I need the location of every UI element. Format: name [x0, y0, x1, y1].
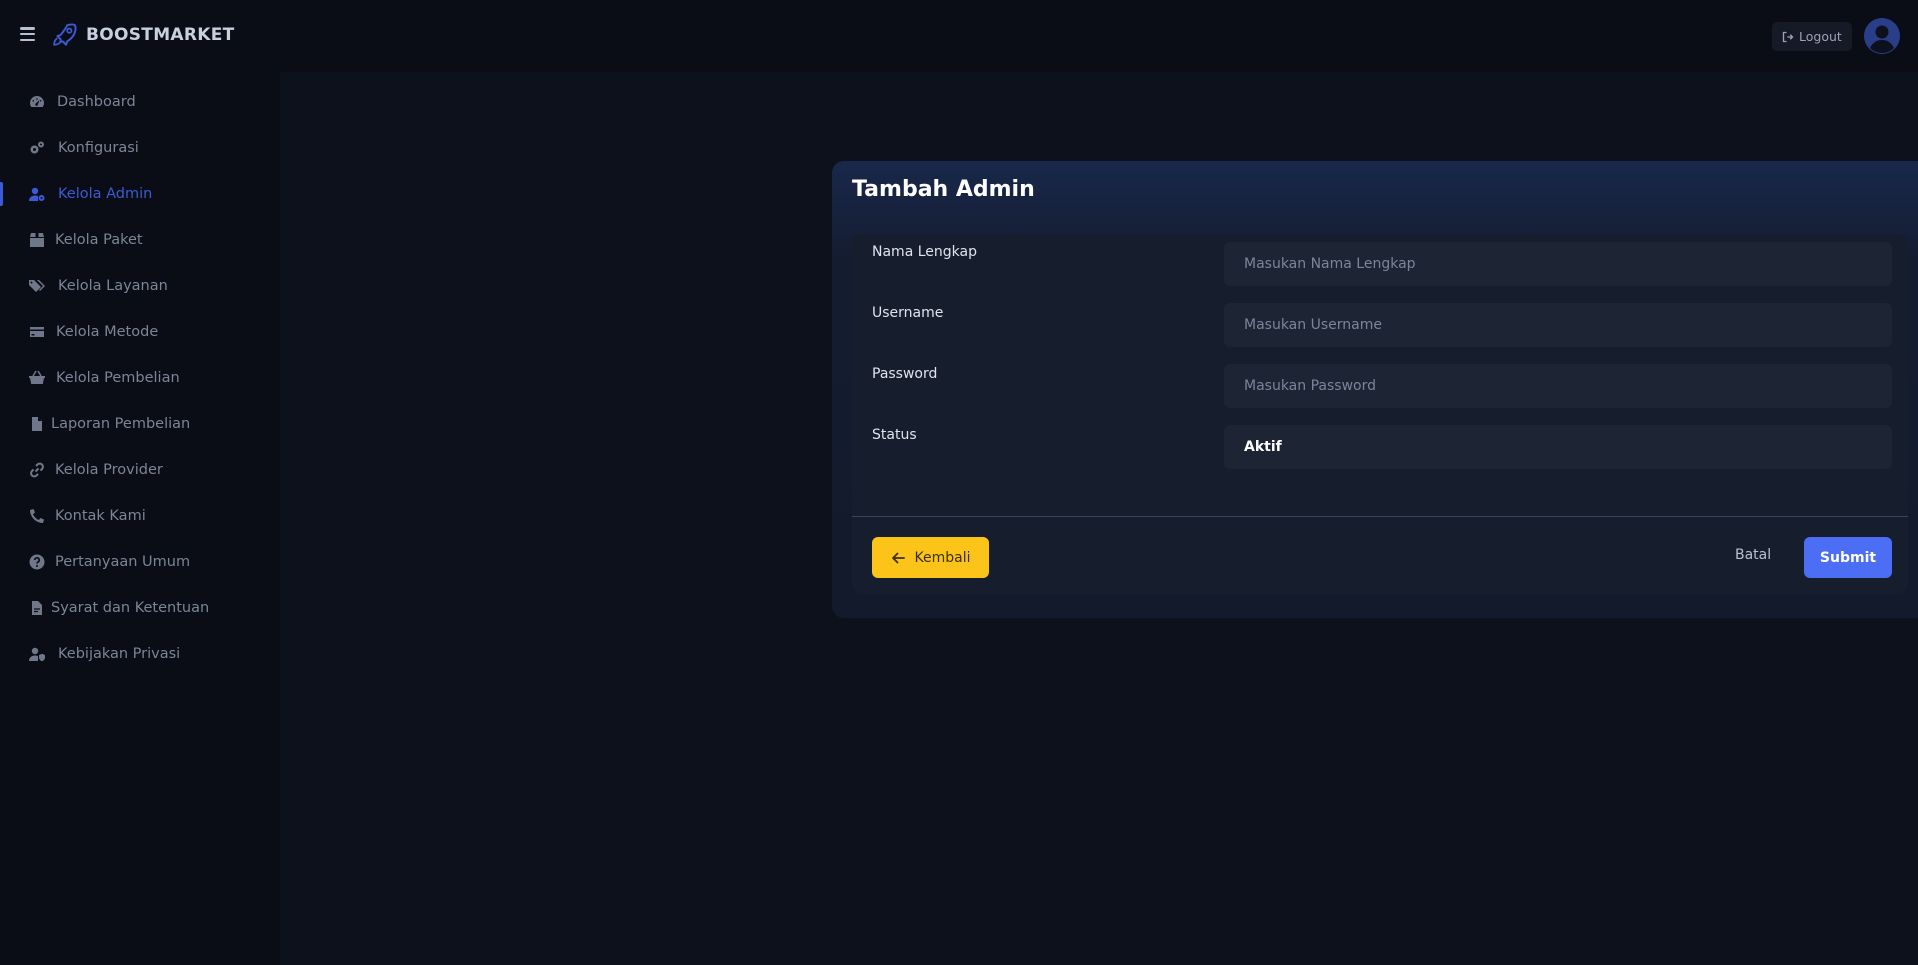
submit-button-label: Submit [1819, 549, 1877, 566]
sidebar-item-label: Dashboard [57, 94, 136, 110]
sidebar-item-kelola-admin[interactable]: Kelola Admin [0, 174, 280, 214]
cancel-button[interactable]: Batal [1735, 547, 1771, 563]
sidebar-item-konfigurasi[interactable]: Konfigurasi [0, 128, 280, 168]
sidebar-item-label: Syarat dan Ketentuan [51, 600, 210, 616]
topbar: BOOSTMARKET Logout [0, 0, 1918, 72]
nama-lengkap-label: Nama Lengkap [872, 244, 977, 260]
tachometer-icon [28, 94, 45, 111]
back-button[interactable]: Kembali [872, 537, 989, 578]
nama-lengkap-input[interactable] [1224, 242, 1892, 286]
sidebar-item-label: Konfigurasi [58, 140, 139, 156]
credit-card-icon [28, 324, 45, 341]
file-contract-icon [28, 600, 45, 617]
username-input[interactable] [1224, 303, 1892, 347]
logout-label: Logout [1799, 29, 1842, 44]
add-admin-card: Tambah Admin Nama Lengkap Username Passw… [832, 161, 1918, 618]
hamburger-menu-icon[interactable] [20, 27, 35, 41]
brand-name: BOOSTMARKET [86, 25, 235, 45]
logout-icon [1782, 31, 1794, 42]
avatar[interactable] [1864, 18, 1900, 54]
sidebar: Dashboard Konfigurasi Kelola Admin Kelol… [0, 72, 280, 965]
back-button-label: Kembali [914, 549, 971, 566]
file-icon [28, 416, 45, 433]
shopping-basket-icon [28, 370, 45, 387]
form-row-password: Password [852, 356, 1908, 408]
form-row-username: Username [852, 295, 1908, 347]
form-body: Nama Lengkap Username Password Status Ak… [852, 234, 1908, 594]
sidebar-item-kelola-layanan[interactable]: Kelola Layanan [0, 266, 280, 306]
phone-icon [28, 508, 45, 525]
sidebar-item-label: Kontak Kami [55, 508, 146, 524]
sidebar-item-label: Kelola Paket [55, 232, 143, 248]
sidebar-item-label: Pertanyaan Umum [55, 554, 191, 570]
sidebar-item-label: Kelola Layanan [58, 278, 168, 294]
brand[interactable]: BOOSTMARKET [52, 22, 235, 48]
page-title: Tambah Admin [852, 177, 1035, 202]
sidebar-item-kelola-paket[interactable]: Kelola Paket [0, 220, 280, 260]
password-label: Password [872, 366, 938, 382]
box-icon [28, 232, 45, 249]
sidebar-item-label: Kelola Admin [58, 186, 153, 202]
password-input[interactable] [1224, 364, 1892, 408]
sidebar-item-syarat-dan-ketentuan[interactable]: Syarat dan Ketentuan [0, 588, 280, 628]
sidebar-item-label: Kelola Provider [55, 462, 163, 478]
sidebar-item-kelola-provider[interactable]: Kelola Provider [0, 450, 280, 490]
arrow-left-icon [891, 552, 905, 563]
sidebar-item-label: Laporan Pembelian [51, 416, 191, 432]
sidebar-item-pertanyaan-umum[interactable]: Pertanyaan Umum [0, 542, 280, 582]
sidebar-item-label: Kebijakan Privasi [58, 646, 181, 662]
form-row-nama-lengkap: Nama Lengkap [852, 234, 1908, 286]
username-label: Username [872, 305, 944, 321]
sidebar-item-kebijakan-privasi[interactable]: Kebijakan Privasi [0, 634, 280, 674]
form-divider [852, 516, 1908, 517]
sidebar-item-dashboard[interactable]: Dashboard [0, 82, 280, 122]
sidebar-item-laporan-pembelian[interactable]: Laporan Pembelian [0, 404, 280, 444]
submit-button[interactable]: Submit [1804, 537, 1892, 578]
sidebar-item-kontak-kami[interactable]: Kontak Kami [0, 496, 280, 536]
sidebar-item-label: Kelola Metode [56, 324, 159, 340]
tags-icon [28, 278, 45, 295]
cogs-icon [28, 140, 45, 157]
question-circle-icon [28, 554, 45, 571]
rocket-icon [53, 23, 77, 46]
user-shield-icon [28, 646, 45, 663]
user-circle-icon [1864, 18, 1900, 54]
sidebar-item-kelola-pembelian[interactable]: Kelola Pembelian [0, 358, 280, 398]
sidebar-item-kelola-metode[interactable]: Kelola Metode [0, 312, 280, 352]
status-label: Status [872, 427, 917, 443]
status-selected-value: Aktif [1244, 439, 1282, 455]
user-cog-icon [28, 186, 45, 203]
main-content: Tambah Admin Nama Lengkap Username Passw… [280, 72, 1918, 965]
status-select[interactable]: Aktif [1224, 425, 1892, 469]
link-icon [28, 462, 45, 479]
logout-button[interactable]: Logout [1772, 22, 1852, 51]
sidebar-item-label: Kelola Pembelian [56, 370, 180, 386]
form-row-status: Status Aktif [852, 417, 1908, 469]
